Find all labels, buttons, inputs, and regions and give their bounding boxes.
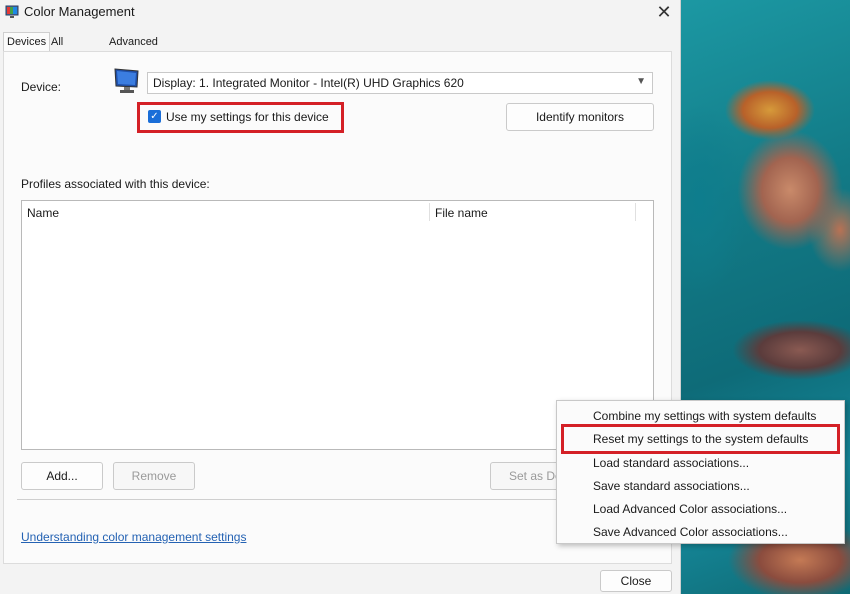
chevron-down-icon: ▼ bbox=[636, 76, 646, 87]
monitor-icon bbox=[114, 68, 139, 93]
highlight-box-reset bbox=[561, 424, 840, 454]
column-header-file-name[interactable]: File name bbox=[435, 206, 488, 220]
menu-item-combine-settings[interactable]: Combine my settings with system defaults bbox=[593, 409, 816, 423]
column-header-name[interactable]: Name bbox=[27, 206, 59, 220]
understanding-color-management-link[interactable]: Understanding color management settings bbox=[21, 530, 246, 544]
profiles-associated-label: Profiles associated with this device: bbox=[21, 177, 210, 191]
window-title: Color Management bbox=[24, 4, 135, 19]
color-management-app-icon bbox=[5, 5, 19, 18]
tab-devices[interactable]: Devices bbox=[3, 32, 51, 52]
add-button[interactable]: Add... bbox=[21, 462, 103, 490]
profile-context-menu: Combine my settings with system defaults… bbox=[556, 400, 845, 544]
device-dropdown[interactable]: Display: 1. Integrated Monitor - Intel(R… bbox=[147, 72, 653, 94]
remove-button[interactable]: Remove bbox=[113, 462, 195, 490]
column-divider[interactable] bbox=[429, 203, 430, 221]
menu-item-load-advanced-color[interactable]: Load Advanced Color associations... bbox=[593, 502, 787, 516]
tab-advanced[interactable]: Advanced bbox=[109, 33, 158, 51]
close-icon[interactable]: ✕ bbox=[650, 0, 678, 24]
identify-monitors-button[interactable]: Identify monitors bbox=[506, 103, 654, 131]
tab-all-profiles[interactable]: All Profiles bbox=[51, 33, 88, 66]
close-button[interactable]: Close bbox=[600, 570, 672, 592]
column-divider[interactable] bbox=[635, 203, 636, 221]
device-dropdown-value: Display: 1. Integrated Monitor - Intel(R… bbox=[153, 76, 464, 90]
menu-item-save-standard[interactable]: Save standard associations... bbox=[593, 479, 750, 493]
menu-item-save-advanced-color[interactable]: Save Advanced Color associations... bbox=[593, 525, 788, 539]
menu-item-load-standard[interactable]: Load standard associations... bbox=[593, 456, 749, 470]
highlight-box-checkbox bbox=[137, 102, 344, 133]
title-bar: Color Management ✕ bbox=[0, 0, 680, 26]
device-label: Device: bbox=[21, 80, 62, 94]
